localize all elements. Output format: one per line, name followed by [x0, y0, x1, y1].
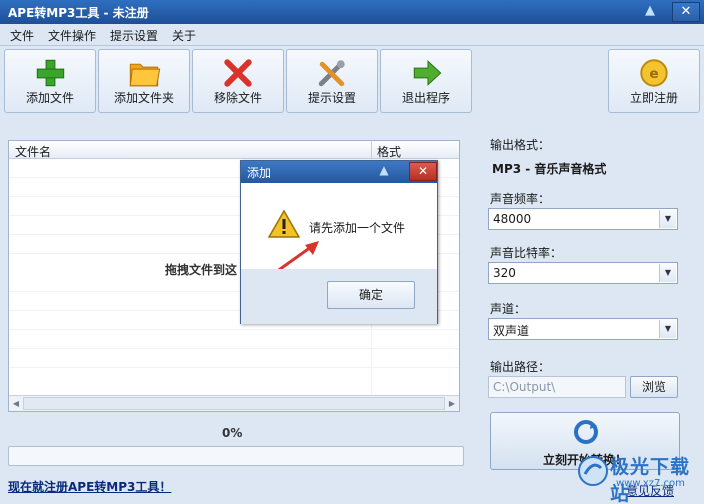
menu-bar: 文件 文件操作 提示设置 关于 — [0, 24, 704, 46]
plus-icon — [36, 59, 65, 87]
dialog-title-bar: 添加 ▲ ✕ — [241, 161, 437, 183]
list-gridline — [9, 329, 459, 330]
watermark-logo-icon — [578, 456, 608, 486]
register-link[interactable]: 现在就注册APE转MP3工具！ — [8, 478, 171, 495]
horizontal-scrollbar[interactable]: ◀ ▶ — [9, 395, 459, 411]
sample-rate-select[interactable]: 48000 ▼ — [488, 208, 678, 230]
close-button[interactable]: ✕ — [672, 2, 700, 22]
add-dialog: 添加 ▲ ✕ 请先添加一个文件 确定 — [240, 160, 438, 324]
toolbar: 添加文件 添加文件夹 移除文件 提示设置 退出程序 e 立即注册 — [0, 46, 704, 116]
coin-icon: e — [640, 59, 668, 87]
output-path-label: 输出路径： — [490, 360, 551, 374]
menu-about[interactable]: 关于 — [172, 27, 196, 44]
pin-icon[interactable]: ▲ — [375, 163, 393, 181]
ok-button[interactable]: 确定 — [327, 281, 415, 309]
drag-hint: 拖拽文件到这 — [165, 263, 238, 277]
watermark-logo: 极光下载站 www.xz7.com — [576, 452, 700, 504]
remove-file-button[interactable]: 移除文件 — [192, 49, 284, 113]
prompt-settings-label: 提示设置 — [307, 91, 356, 105]
list-gridline — [9, 348, 459, 349]
output-format-value: MP3 - 音乐声音格式 — [492, 162, 607, 176]
register-button[interactable]: e 立即注册 — [608, 49, 700, 113]
menu-file[interactable]: 文件 — [10, 27, 34, 44]
convert-icon — [574, 420, 598, 444]
column-filename[interactable]: 文件名 — [15, 143, 51, 160]
exit-label: 退出程序 — [401, 91, 450, 105]
tools-icon — [318, 60, 345, 87]
column-format[interactable]: 格式 — [377, 143, 401, 160]
channel-value: 双声道 — [493, 324, 530, 338]
folder-icon — [129, 63, 161, 87]
channel-label: 声道： — [490, 302, 527, 316]
x-icon — [224, 59, 252, 87]
scroll-thumb[interactable] — [23, 397, 445, 410]
add-folder-label: 添加文件夹 — [113, 91, 174, 105]
add-folder-button[interactable]: 添加文件夹 — [98, 49, 190, 113]
progress-percent: 0% — [222, 426, 243, 440]
menu-file-operations[interactable]: 文件操作 — [48, 27, 96, 44]
window-title: APE转MP3工具 - 未注册 — [8, 6, 149, 20]
add-file-label: 添加文件 — [25, 91, 74, 105]
column-divider[interactable] — [371, 141, 372, 159]
channel-select[interactable]: 双声道 ▼ — [488, 318, 678, 340]
arrow-right-icon — [413, 60, 442, 86]
progress-bar — [8, 446, 464, 466]
register-label: 立即注册 — [629, 91, 678, 105]
dialog-title: 添加 — [247, 166, 272, 180]
menu-prompt-settings[interactable]: 提示设置 — [110, 27, 158, 44]
list-gridline — [9, 367, 459, 368]
bitrate-value: 320 — [493, 266, 516, 280]
bitrate-label: 声音比特率： — [490, 246, 563, 260]
bitrate-select[interactable]: 320 ▼ — [488, 262, 678, 284]
scroll-right-icon[interactable]: ▶ — [445, 397, 459, 410]
sample-rate-value: 48000 — [493, 212, 532, 226]
chevron-down-icon[interactable]: ▼ — [659, 264, 676, 282]
output-format-label: 输出格式： — [490, 138, 551, 152]
sample-rate-label: 声音频率： — [490, 192, 551, 206]
title-bar: APE转MP3工具 - 未注册 ▲ ✕ — [0, 0, 704, 24]
watermark-url: www.xz7.com — [616, 478, 685, 489]
output-path-input[interactable] — [489, 377, 625, 397]
output-path-field[interactable] — [488, 376, 626, 398]
dialog-message: 请先添加一个文件 — [309, 221, 406, 235]
chevron-down-icon[interactable]: ▼ — [659, 210, 676, 228]
pin-icon[interactable]: ▲ — [640, 3, 660, 21]
prompt-settings-button[interactable]: 提示设置 — [286, 49, 378, 113]
dialog-close-button[interactable]: ✕ — [409, 162, 437, 181]
add-file-button[interactable]: 添加文件 — [4, 49, 96, 113]
remove-file-label: 移除文件 — [213, 91, 262, 105]
chevron-down-icon[interactable]: ▼ — [659, 320, 676, 338]
scroll-left-icon[interactable]: ◀ — [9, 397, 23, 410]
svg-text:e: e — [649, 66, 658, 82]
browse-button[interactable]: 浏览 — [630, 376, 678, 398]
file-list-header: 文件名 格式 — [9, 141, 459, 159]
exit-button[interactable]: 退出程序 — [380, 49, 472, 113]
